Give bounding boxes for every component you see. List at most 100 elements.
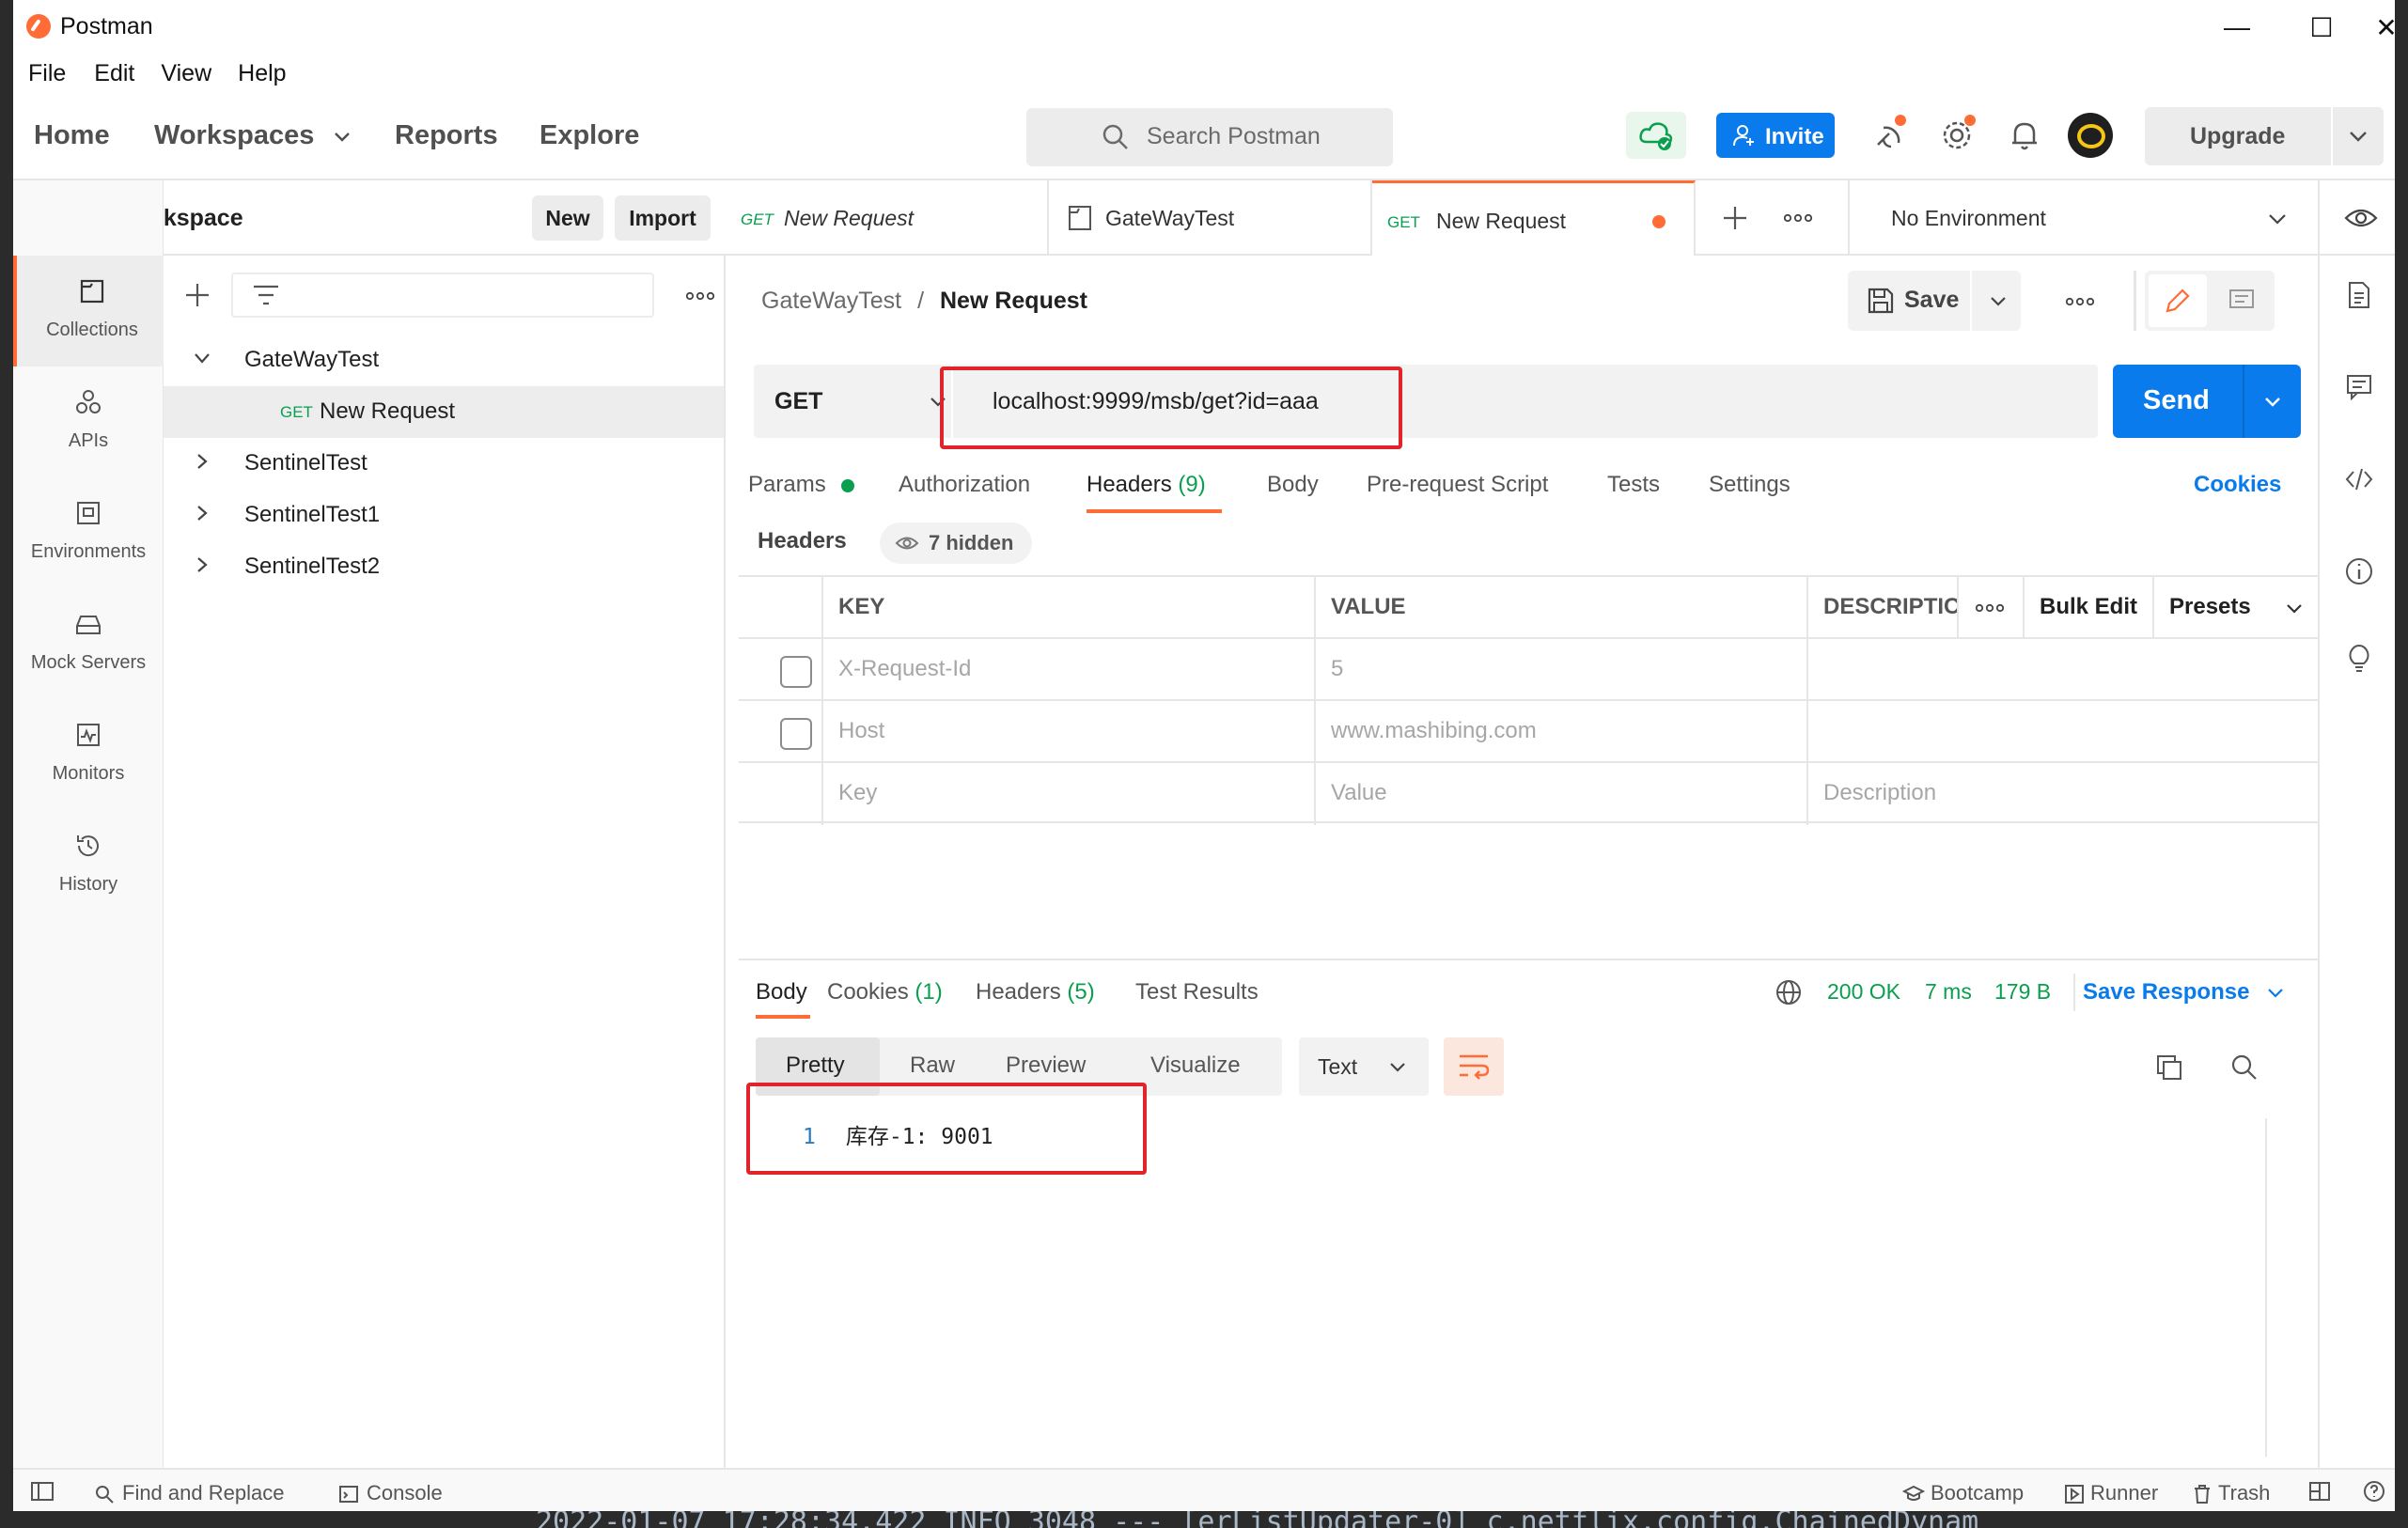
- cookies-link[interactable]: Cookies: [2194, 472, 2281, 498]
- response-scrollbar-track[interactable]: [2265, 1118, 2267, 1457]
- response-divider[interactable]: [739, 959, 2318, 960]
- comments-icon[interactable]: [2344, 372, 2374, 402]
- notifications-button[interactable]: [2006, 117, 2043, 154]
- minimize-button[interactable]: —: [2209, 8, 2265, 47]
- sync-status-button[interactable]: [1626, 112, 1686, 159]
- rail-apis[interactable]: APIs: [13, 366, 164, 477]
- eye-icon[interactable]: [2344, 207, 2378, 229]
- find-replace-button[interactable]: Find and Replace: [94, 1481, 284, 1505]
- menu-edit[interactable]: Edit: [88, 55, 142, 94]
- bulk-edit-button[interactable]: Bulk Edit: [2023, 577, 2152, 639]
- rail-mock-servers[interactable]: Mock Servers: [13, 588, 164, 699]
- maximize-button[interactable]: ☐: [2293, 8, 2350, 47]
- row-checkbox[interactable]: [780, 718, 812, 750]
- chevron-down-icon[interactable]: [2348, 130, 2369, 143]
- header-description[interactable]: [1806, 701, 2318, 763]
- format-select[interactable]: Text: [1299, 1037, 1429, 1096]
- tree-collection-gatewaytest[interactable]: GateWayTest: [164, 335, 724, 386]
- invite-button[interactable]: Invite: [1716, 113, 1835, 158]
- rail-monitors[interactable]: Monitors: [13, 699, 164, 810]
- documentation-icon[interactable]: [2344, 280, 2374, 310]
- import-button[interactable]: Import: [615, 195, 711, 241]
- save-response-button[interactable]: Save Response: [2083, 979, 2284, 1006]
- info-icon[interactable]: [2344, 556, 2374, 586]
- header-key[interactable]: X-Request-Id: [821, 639, 1314, 701]
- tab-new-request-1[interactable]: GET New Request: [726, 180, 1049, 256]
- upgrade-button[interactable]: Upgrade: [2145, 107, 2384, 165]
- nav-explore[interactable]: Explore: [539, 120, 639, 151]
- tree-request-new-request[interactable]: GET New Request: [164, 386, 724, 438]
- tab-settings[interactable]: Settings: [1709, 472, 1790, 498]
- method-select[interactable]: GET: [754, 365, 953, 438]
- breadcrumb-parent[interactable]: GateWayTest: [761, 288, 901, 314]
- menu-help[interactable]: Help: [232, 55, 293, 94]
- nav-home[interactable]: Home: [34, 120, 110, 151]
- search-icon[interactable]: [2229, 1052, 2259, 1083]
- tree-collection-sentineltest[interactable]: SentinelTest: [164, 438, 724, 490]
- tab-authorization[interactable]: Authorization: [899, 472, 1030, 498]
- environment-selector[interactable]: No Environment: [1891, 206, 2046, 231]
- tab-tests[interactable]: Tests: [1607, 472, 1660, 498]
- more-options-icon[interactable]: [686, 291, 714, 301]
- runner-button[interactable]: Runner: [2064, 1481, 2158, 1505]
- menu-file[interactable]: File: [23, 55, 73, 94]
- send-button[interactable]: Send: [2113, 365, 2301, 438]
- more-tabs-icon[interactable]: [1784, 213, 1812, 223]
- bootcamp-button[interactable]: Bootcamp: [1901, 1481, 2024, 1505]
- tree-collection-sentineltest1[interactable]: SentinelTest1: [164, 490, 724, 541]
- comment-icon[interactable]: [2228, 288, 2256, 314]
- tree-collection-sentineltest2[interactable]: SentinelTest2: [164, 541, 724, 593]
- nav-workspaces[interactable]: Workspaces: [154, 120, 352, 151]
- breadcrumb-current[interactable]: New Request: [940, 288, 1087, 314]
- filter-input[interactable]: [231, 273, 654, 318]
- two-pane-icon[interactable]: [2308, 1481, 2331, 1502]
- row-checkbox[interactable]: [780, 656, 812, 688]
- console-button[interactable]: Console: [338, 1481, 443, 1505]
- add-icon[interactable]: [184, 282, 211, 308]
- menu-view[interactable]: View: [155, 55, 219, 94]
- view-raw[interactable]: Raw: [910, 1052, 955, 1079]
- new-button[interactable]: New: [532, 195, 603, 241]
- copy-icon[interactable]: [2154, 1052, 2184, 1083]
- header-key[interactable]: Host: [821, 701, 1314, 763]
- wrap-lines-button[interactable]: [1444, 1037, 1504, 1096]
- header-description[interactable]: [1806, 639, 2318, 701]
- resp-tab-test-results[interactable]: Test Results: [1135, 979, 1259, 1006]
- presets-dropdown[interactable]: Presets: [2152, 577, 2318, 639]
- column-options-button[interactable]: [1957, 577, 2023, 639]
- edit-toggle[interactable]: [2149, 274, 2207, 327]
- trash-button[interactable]: Trash: [2192, 1481, 2270, 1505]
- nav-reports[interactable]: Reports: [395, 120, 498, 151]
- lightbulb-icon[interactable]: [2344, 643, 2374, 673]
- tab-pre-request-script[interactable]: Pre-request Script: [1367, 472, 1548, 498]
- header-value[interactable]: 5: [1314, 639, 1806, 701]
- help-icon[interactable]: [2363, 1480, 2385, 1503]
- tab-gatewaytest[interactable]: GateWayTest: [1049, 180, 1372, 256]
- header-value[interactable]: www.mashibing.com: [1314, 701, 1806, 763]
- search-input[interactable]: Search Postman: [1026, 108, 1393, 166]
- code-icon[interactable]: [2344, 464, 2374, 494]
- tab-headers[interactable]: Headers (9): [1087, 472, 1206, 498]
- rail-environments[interactable]: Environments: [13, 477, 164, 588]
- resp-tab-headers[interactable]: Headers (5): [976, 979, 1095, 1006]
- new-description-input[interactable]: Description: [1806, 763, 2318, 825]
- close-button[interactable]: ✕: [2372, 8, 2395, 47]
- hidden-headers-toggle[interactable]: 7 hidden: [880, 522, 1032, 564]
- globe-icon[interactable]: [1775, 978, 1803, 1006]
- view-preview[interactable]: Preview: [1006, 1052, 1086, 1079]
- toggle-sidebar-icon[interactable]: [30, 1481, 55, 1502]
- tab-params[interactable]: Params: [748, 472, 855, 498]
- settings-button[interactable]: [1938, 115, 1976, 154]
- tab-new-request-active[interactable]: GET New Request: [1372, 180, 1696, 256]
- resp-tab-cookies[interactable]: Cookies (1): [827, 979, 943, 1006]
- rail-history[interactable]: History: [13, 810, 164, 921]
- avatar[interactable]: [2068, 113, 2113, 158]
- chevron-down-icon[interactable]: [2263, 396, 2282, 409]
- satellite-button[interactable]: [1870, 115, 1908, 154]
- save-button[interactable]: Save: [1848, 271, 2021, 331]
- view-visualize[interactable]: Visualize: [1150, 1052, 1241, 1079]
- new-value-input[interactable]: Value: [1314, 763, 1806, 825]
- chevron-down-icon[interactable]: [2267, 212, 2288, 226]
- tab-body[interactable]: Body: [1267, 472, 1319, 498]
- resp-tab-body[interactable]: Body: [756, 979, 807, 1006]
